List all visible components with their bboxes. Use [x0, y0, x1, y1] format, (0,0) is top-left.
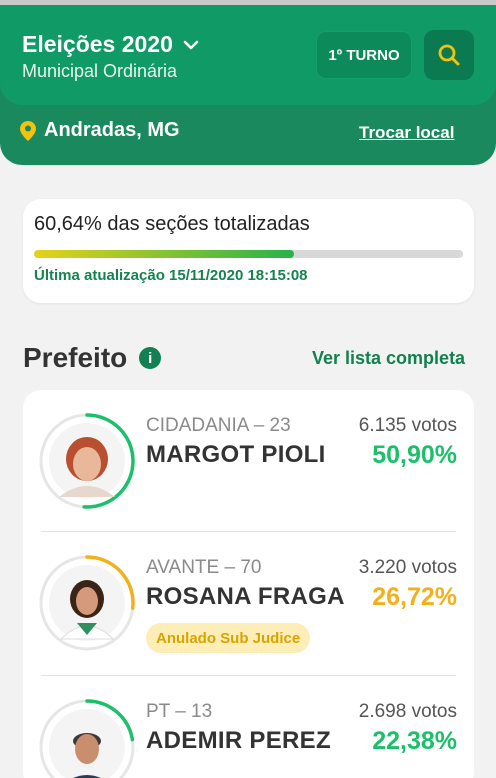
candidate-votes: 2.698 votos — [358, 701, 457, 722]
election-title: Eleições 2020 — [22, 31, 173, 57]
candidate-party: PT – 13 — [146, 701, 213, 722]
candidate-party: CIDADANIA – 23 — [146, 415, 291, 436]
search-button[interactable] — [424, 30, 474, 80]
avatar — [37, 411, 137, 511]
location-text: Andradas, MG — [44, 119, 180, 141]
turno-button[interactable]: 1º TURNO — [316, 31, 412, 79]
location-row: Andradas, MG — [20, 119, 180, 142]
search-icon — [438, 44, 460, 66]
section-header: Prefeito i — [23, 342, 162, 374]
candidate-votes: 6.135 votos — [358, 415, 457, 436]
last-updated: Última atualização 15/11/2020 18:15:08 — [34, 267, 308, 284]
candidate-name: ADEMIR PEREZ — [146, 727, 331, 754]
candidate-percent: 26,72% — [372, 583, 457, 611]
sub-judice-badge: Anulado Sub Judice — [146, 623, 311, 653]
progress-title: 60,64% das seções totalizadas — [34, 213, 310, 235]
header: Eleições 2020 Municipal Ordinária 1º TUR… — [0, 5, 496, 165]
header-top: Eleições 2020 Municipal Ordinária 1º TUR… — [0, 5, 496, 105]
chevron-down-icon — [183, 40, 199, 49]
progress-card: 60,64% das seções totalizadas Última atu… — [23, 199, 474, 303]
see-full-list-link[interactable]: Ver lista completa — [312, 348, 465, 369]
progress-bar — [34, 250, 463, 258]
candidate-percent: 22,38% — [372, 727, 457, 755]
election-selector[interactable]: Eleições 2020 — [22, 31, 201, 58]
candidate-name: ROSANA FRAGA — [146, 583, 345, 610]
candidate-party: AVANTE – 70 — [146, 557, 262, 578]
progress-bar-fill — [34, 250, 295, 258]
candidate-percent: 50,90% — [372, 441, 457, 469]
election-subtitle: Municipal Ordinária — [22, 61, 178, 81]
candidate-votes: 3.220 votos — [358, 557, 457, 578]
section-title: Prefeito — [23, 342, 128, 373]
info-icon[interactable]: i — [139, 347, 162, 369]
candidates-card: CIDADANIA – 23 MARGOT PIOLI 6.135 votos … — [23, 390, 474, 778]
avatar — [37, 697, 137, 778]
change-location-link[interactable]: Trocar local — [359, 123, 454, 143]
divider — [41, 531, 456, 532]
candidate-name: MARGOT PIOLI — [146, 441, 326, 468]
location-pin-icon — [20, 120, 36, 141]
avatar — [37, 553, 137, 653]
divider — [41, 675, 456, 676]
